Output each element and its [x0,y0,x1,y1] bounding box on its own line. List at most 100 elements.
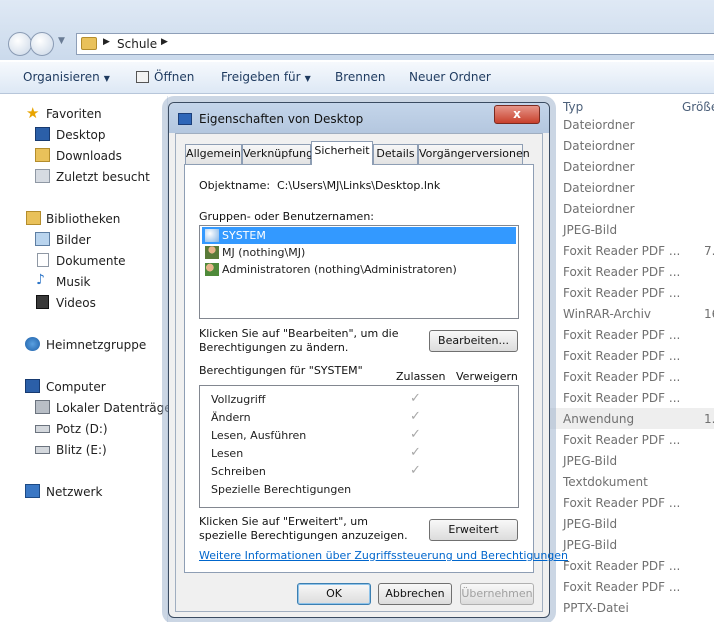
file-size: 1. [704,412,714,426]
file-type: Foxit Reader PDF ... [563,244,681,258]
file-row[interactable]: Foxit Reader PDF ... [548,345,714,366]
ok-button[interactable]: OK [297,583,371,605]
tab-previous-versions[interactable]: Vorgängerversionen [418,144,530,164]
column-header-size[interactable]: Größe [682,100,714,114]
apply-button[interactable]: Übernehmen [460,583,534,605]
users-list[interactable]: SYSTEM MJ (nothing\MJ) Administratoren (… [199,225,519,319]
breadcrumb-chevron-icon[interactable]: ▶ [103,37,110,47]
nav-drive-e[interactable]: Blitz (E:) [0,440,168,460]
file-row[interactable]: Foxit Reader PDF ... [548,555,714,576]
file-type: JPEG-Bild [563,517,618,531]
file-type: Foxit Reader PDF ... [563,265,681,279]
file-row[interactable]: Foxit Reader PDF ... [548,387,714,408]
nav-favorites[interactable]: ★ Favoriten [0,104,168,124]
allow-column-header: Zulassen [396,370,446,383]
nav-documents[interactable]: Dokumente [0,251,168,271]
file-type: Dateiordner [563,202,635,216]
network-icon [25,484,40,498]
file-row[interactable]: Foxit Reader PDF ... [548,429,714,450]
file-row[interactable]: Foxit Reader PDF ... [548,282,714,303]
nav-local-disk[interactable]: Lokaler Datenträger [0,398,177,418]
file-row[interactable]: JPEG-Bild [548,450,714,471]
burn-button[interactable]: Brennen [335,70,385,84]
permission-name: Vollzugriff [211,393,266,406]
allow-checkmark-icon: ✓ [410,445,421,460]
advanced-button[interactable]: Erweitert [429,519,518,541]
nav-libraries[interactable]: Bibliotheken [0,209,168,229]
tab-details[interactable]: Details [373,144,418,164]
nav-label: Downloads [56,149,122,163]
file-row[interactable]: Foxit Reader PDF ... 7. [548,240,714,261]
nav-label: Dokumente [56,254,126,268]
file-row[interactable]: JPEG-Bild [548,513,714,534]
share-button[interactable]: Freigeben für ▼ [221,70,311,84]
deny-column-header: Verweigern [456,370,518,383]
file-type: Foxit Reader PDF ... [563,496,681,510]
new-folder-button[interactable]: Neuer Ordner [409,70,491,84]
nav-downloads[interactable]: Downloads [0,146,168,166]
file-row[interactable]: Dateiordner [548,177,714,198]
breadcrumb-segment[interactable]: Schule [117,37,157,51]
list-item-user[interactable]: SYSTEM [202,227,516,244]
file-row[interactable]: Textdokument [548,471,714,492]
back-button[interactable] [8,32,32,56]
nav-pictures[interactable]: Bilder [0,230,168,250]
file-row[interactable]: JPEG-Bild [548,219,714,240]
breadcrumb-chevron-icon[interactable]: ▶ [161,37,168,47]
list-item-user[interactable]: Administratoren (nothing\Administratoren… [202,261,516,278]
nav-drive-d[interactable]: Potz (D:) [0,419,168,439]
file-type: Dateiordner [563,118,635,132]
security-tab-panel: Objektname: C:\Users\MJ\Links\Desktop.ln… [184,164,568,573]
tab-shortcut[interactable]: Verknüpfung [242,144,313,164]
dialog-body: Allgemein Verknüpfung Sicherheit Details… [175,133,568,612]
address-bar[interactable]: ▶ Schule ▶ [76,33,714,55]
nav-label: Zuletzt besucht [56,170,150,184]
nav-computer[interactable]: Computer [0,377,168,397]
properties-dialog: Eigenschaften von Desktop x Allgemein Ve… [168,102,568,618]
organize-button[interactable]: Organisieren ▼ [23,70,110,84]
allow-checkmark-icon: ✓ [410,427,421,442]
file-type: PPTX-Datei [563,601,629,615]
nav-recent[interactable]: Zuletzt besucht [0,167,168,187]
videos-icon [36,295,49,309]
open-label: Öffnen [154,70,195,84]
organize-label: Organisieren [23,70,100,84]
music-icon: ♪ [36,272,45,288]
users-group-icon [205,263,219,276]
file-row[interactable]: Dateiordner [548,114,714,135]
file-row[interactable]: Dateiordner [548,156,714,177]
tab-security[interactable]: Sicherheit [311,141,373,165]
file-row[interactable]: Anwendung 1. [548,408,714,429]
nav-desktop[interactable]: Desktop [0,125,168,145]
forward-button[interactable] [30,32,54,56]
close-button[interactable]: x [494,105,540,124]
more-info-link[interactable]: Weitere Informationen über Zugriffssteue… [199,549,568,562]
nav-network[interactable]: Netzwerk [0,482,168,502]
file-row[interactable]: Foxit Reader PDF ... [548,261,714,282]
permissions-list[interactable]: Vollzugriff ✓ Ändern ✓ Lesen, Ausführen ✓ Lese… [199,385,519,508]
file-row[interactable]: Foxit Reader PDF ... [548,576,714,597]
file-row[interactable]: JPEG-Bild [548,534,714,555]
file-row[interactable]: WinRAR-Archiv 16. [548,303,714,324]
file-row[interactable]: Foxit Reader PDF ... [548,324,714,345]
file-row[interactable]: Dateiordner [548,198,714,219]
cancel-button[interactable]: Abbrechen [378,583,452,605]
nav-homegroup[interactable]: Heimnetzgruppe [0,335,168,355]
nav-music[interactable]: ♪ Musik [0,272,168,292]
list-item-user[interactable]: MJ (nothing\MJ) [202,244,516,261]
column-header-type[interactable]: Typ [563,100,583,114]
permission-row: Ändern ✓ [200,409,518,427]
homegroup-icon [25,337,40,351]
open-button[interactable]: Öffnen [136,70,194,84]
file-row[interactable]: PPTX-Datei [548,597,714,618]
dialog-title-bar[interactable]: Eigenschaften von Desktop x [169,103,549,133]
history-dropdown-icon[interactable]: ▼ [58,36,70,50]
nav-label: Bilder [56,233,91,247]
folder-icon [81,37,97,50]
file-row[interactable]: Foxit Reader PDF ... [548,366,714,387]
edit-button[interactable]: Bearbeiten... [429,330,518,352]
file-row[interactable]: Foxit Reader PDF ... [548,492,714,513]
tab-general[interactable]: Allgemein [185,144,242,164]
file-row[interactable]: Dateiordner [548,135,714,156]
nav-videos[interactable]: Videos [0,293,168,313]
